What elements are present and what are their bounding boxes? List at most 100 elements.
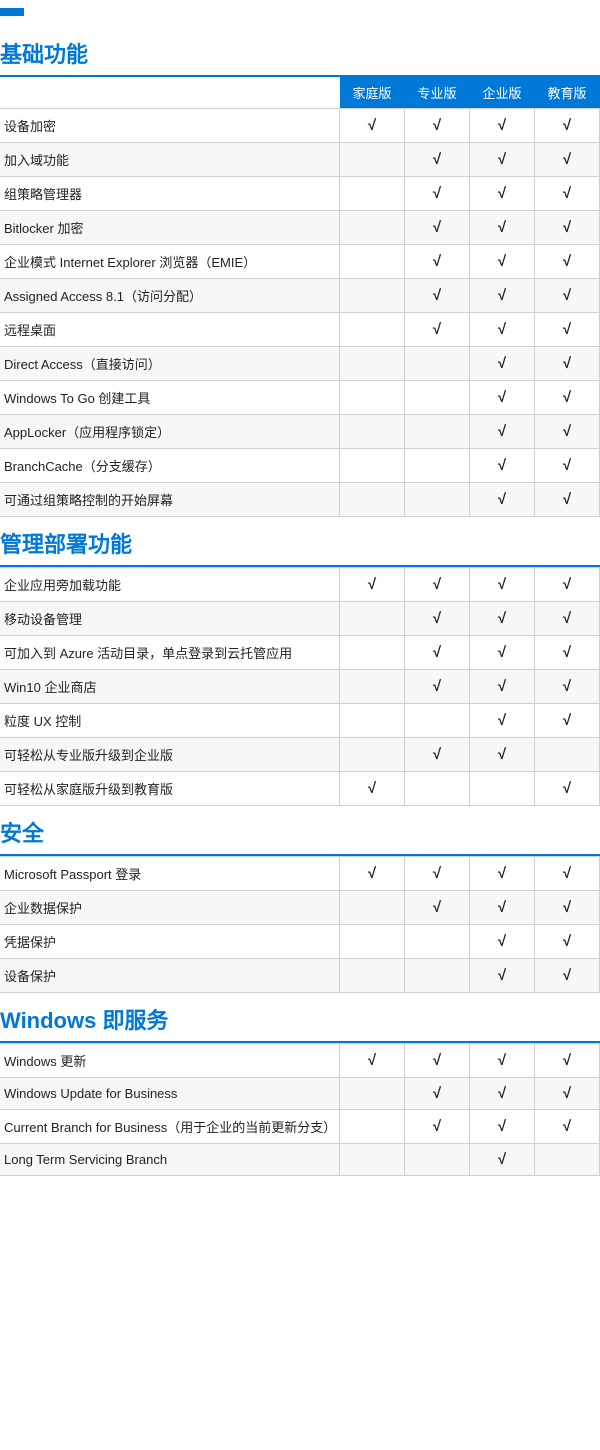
check-cell-1: √ [405,738,470,772]
check-cell-3: √ [535,959,600,993]
check-cell-0: √ [340,857,405,891]
check-cell-2: √ [470,670,535,704]
check-cell-2: √ [470,857,535,891]
check-cell-3: √ [535,636,600,670]
check-cell-3: √ [535,670,600,704]
check-cell-0 [340,891,405,925]
feature-name-cell: Win10 企业商店 [0,670,340,704]
check-cell-1 [405,772,470,806]
feature-name-cell: 粒度 UX 控制 [0,704,340,738]
top-badge-row [0,0,600,27]
check-cell-3: √ [535,772,600,806]
section-title-0: 基础功能 [0,27,600,77]
check-cell-3 [535,738,600,772]
check-cell-0: √ [340,1044,405,1078]
feature-name-cell: AppLocker（应用程序锁定） [0,415,340,449]
check-cell-2: √ [470,279,535,313]
check-cell-0 [340,415,405,449]
col-header-0: 家庭版 [340,77,405,109]
enterprise-badge [0,8,24,16]
section-block-3: Windows 即服务Windows 更新√√√√Windows Update … [0,993,600,1176]
check-cell-0 [340,143,405,177]
check-cell-0 [340,483,405,517]
feature-name-cell: 设备加密 [0,109,340,143]
check-cell-2: √ [470,449,535,483]
check-cell-3: √ [535,602,600,636]
feature-name-cell: Windows To Go 创建工具 [0,381,340,415]
check-cell-0 [340,211,405,245]
check-cell-0 [340,177,405,211]
feature-name-cell: 可通过组策略控制的开始屏幕 [0,483,340,517]
feature-name-cell: 组策略管理器 [0,177,340,211]
check-cell-2 [470,772,535,806]
check-cell-3: √ [535,313,600,347]
check-cell-0 [340,449,405,483]
feature-name-cell: 可轻松从家庭版升级到教育版 [0,772,340,806]
check-cell-3: √ [535,1044,600,1078]
check-cell-2: √ [470,381,535,415]
table-row: BranchCache（分支缓存）√√ [0,449,600,483]
sections-container: 基础功能家庭版专业版企业版教育版设备加密√√√√加入域功能√√√组策略管理器√√… [0,27,600,1176]
check-cell-3: √ [535,704,600,738]
check-cell-0: √ [340,568,405,602]
check-cell-1: √ [405,1044,470,1078]
check-cell-1: √ [405,245,470,279]
check-cell-3: √ [535,177,600,211]
section-block-0: 基础功能家庭版专业版企业版教育版设备加密√√√√加入域功能√√√组策略管理器√√… [0,27,600,517]
check-cell-0 [340,670,405,704]
feature-name-cell: 加入域功能 [0,143,340,177]
feature-name-cell: Bitlocker 加密 [0,211,340,245]
check-cell-0 [340,925,405,959]
section-title-2: 安全 [0,806,600,856]
table-row: 设备保护√√ [0,959,600,993]
check-cell-0 [340,279,405,313]
feature-name-cell: 企业模式 Internet Explorer 浏览器（EMIE） [0,245,340,279]
check-cell-2: √ [470,891,535,925]
check-cell-3: √ [535,1078,600,1110]
check-cell-2: √ [470,211,535,245]
check-cell-1: √ [405,857,470,891]
check-cell-0 [340,245,405,279]
feature-name-cell: 企业应用旁加载功能 [0,568,340,602]
check-cell-1: √ [405,177,470,211]
check-cell-1: √ [405,568,470,602]
check-cell-1 [405,925,470,959]
check-cell-1: √ [405,313,470,347]
table-row: Assigned Access 8.1（访问分配）√√√ [0,279,600,313]
table-row: Windows 更新√√√√ [0,1044,600,1078]
check-cell-3: √ [535,109,600,143]
check-cell-3: √ [535,857,600,891]
col-header-3: 教育版 [535,77,600,109]
table-row: Current Branch for Business（用于企业的当前更新分支）… [0,1110,600,1144]
table-row: Windows To Go 创建工具√√ [0,381,600,415]
check-cell-0 [340,381,405,415]
feature-table-0: 家庭版专业版企业版教育版设备加密√√√√加入域功能√√√组策略管理器√√√Bit… [0,77,600,517]
feature-name-cell: Assigned Access 8.1（访问分配） [0,279,340,313]
check-cell-2: √ [470,568,535,602]
table-row: 粒度 UX 控制√√ [0,704,600,738]
check-cell-3: √ [535,483,600,517]
table-row: 企业数据保护√√√ [0,891,600,925]
table-row: 企业模式 Internet Explorer 浏览器（EMIE）√√√ [0,245,600,279]
table-row: Long Term Servicing Branch√ [0,1144,600,1176]
check-cell-2: √ [470,415,535,449]
feature-table-2: Microsoft Passport 登录√√√√企业数据保护√√√凭据保护√√… [0,856,600,993]
feature-name-cell: 可轻松从专业版升级到企业版 [0,738,340,772]
feature-name-cell: Microsoft Passport 登录 [0,857,340,891]
page-wrapper: 基础功能家庭版专业版企业版教育版设备加密√√√√加入域功能√√√组策略管理器√√… [0,0,600,1176]
table-row: 可轻松从专业版升级到企业版√√ [0,738,600,772]
col-header-2: 企业版 [470,77,535,109]
check-cell-0 [340,1078,405,1110]
check-cell-1: √ [405,143,470,177]
check-cell-1: √ [405,891,470,925]
check-cell-2: √ [470,109,535,143]
feature-name-cell: Windows 更新 [0,1044,340,1078]
check-cell-3: √ [535,143,600,177]
check-cell-3: √ [535,1110,600,1144]
section-title-3: Windows 即服务 [0,993,600,1043]
check-cell-1: √ [405,109,470,143]
table-row: 可加入到 Azure 活动目录，单点登录到云托管应用√√√ [0,636,600,670]
check-cell-2: √ [470,1110,535,1144]
table-row: 远程桌面√√√ [0,313,600,347]
check-cell-1: √ [405,602,470,636]
